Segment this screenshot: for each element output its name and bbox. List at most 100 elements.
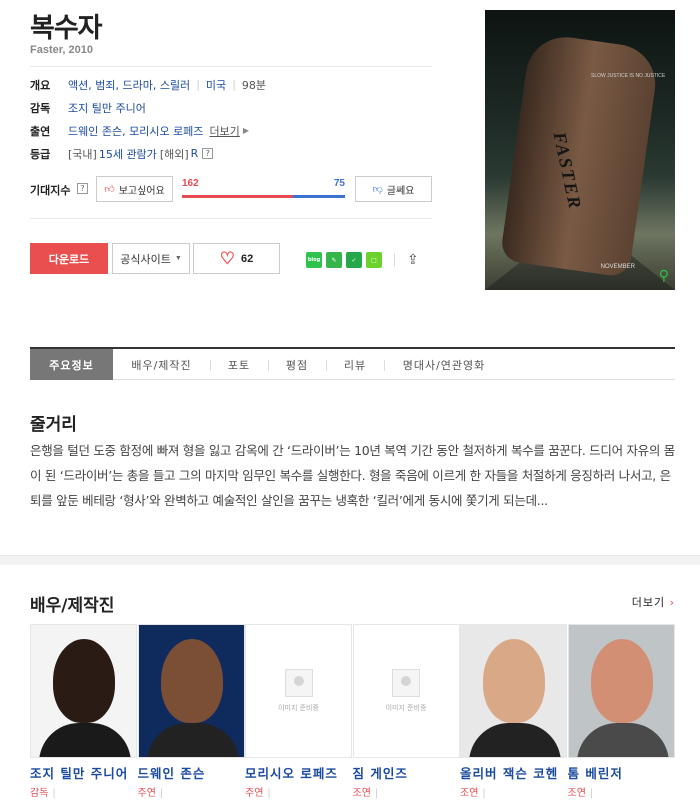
movie-subtitle: Faster, 2010 — [30, 44, 93, 56]
cast-photo-face — [483, 639, 545, 723]
cast-role: 감독 | — [30, 788, 56, 799]
blog-share-icon[interactable]: blog — [306, 252, 322, 268]
cast-photo-face — [160, 639, 223, 723]
tab-rating[interactable]: 평점 — [268, 349, 326, 380]
tab-quotes-related[interactable]: 명대사/연관영화 — [384, 349, 504, 380]
cast-name[interactable]: 올리버 잭슨 코헨 — [460, 763, 568, 782]
cast-photo-body — [576, 723, 669, 757]
cast-more-link[interactable]: 더보기 — [209, 123, 239, 139]
zoom-icon[interactable]: ⚲ — [659, 268, 669, 284]
not-sure-button[interactable]: 👎︎ 글쎄요 — [355, 176, 432, 202]
expectation-index: 기대지수 ? 👍︎ 보고싶어요 162 75 👎︎ 글쎄요 — [30, 176, 440, 202]
share-icon[interactable]: ⇪ — [407, 252, 419, 268]
cast-member[interactable]: 톰 베린저조연 | — [567, 624, 676, 799]
rating-kr-prefix: [국내] — [68, 147, 97, 161]
movie-info: 개요 액션, 범죄, 드라마, 스릴러 | 미국 | 98분 감독 조지 틸만 … — [30, 73, 440, 165]
official-site-label: 공식사이트 — [120, 253, 171, 266]
divider — [30, 66, 432, 67]
cast-more-link[interactable]: 더보기 › — [632, 594, 675, 610]
rating-intl-prefix: [해외] — [159, 147, 189, 161]
thumbs-down-icon: 👎︎ — [372, 184, 383, 195]
want-count: 162 — [182, 178, 199, 189]
cast-link[interactable]: 드웨인 존슨, 모리시오 로페즈 — [68, 123, 203, 139]
genre-link[interactable]: 액션, 범죄, 드라마, 스릴러 — [68, 77, 190, 93]
band-share-icon[interactable]: ✎ — [326, 252, 342, 268]
cast-photo-body — [469, 723, 561, 757]
expectation-label: 기대지수 — [30, 184, 71, 197]
page-title: 복수자 — [30, 13, 103, 44]
expectation-bar-fill — [182, 195, 294, 198]
cast-name[interactable]: 짐 게인즈 — [353, 763, 461, 782]
placeholder-text: 이미지 준비중 — [278, 704, 319, 712]
cast-role: 조연 | — [567, 788, 594, 799]
cast-list: 조지 틸만 주니어 감독 | 드웨인 존슨 주연 | 이미지 준비중 모리시오 로페즈 주연 | 이… — [30, 624, 675, 799]
overview-row: 개요 액션, 범죄, 드라마, 스릴러 | 미국 | 98분 — [30, 77, 266, 93]
like-count: 62 — [241, 252, 254, 265]
plot-heading: 줄거리 — [30, 415, 77, 435]
bookmark-share-icon[interactable]: ✓ — [346, 252, 362, 268]
cast-photo-body — [39, 723, 131, 757]
rating-label: 등급 — [30, 147, 51, 161]
cast-name[interactable]: 조지 틸만 주니어 — [30, 763, 138, 782]
poster-month: NOVEMBER — [600, 264, 635, 270]
share-icons: blog ✎ ✓ □ ⇪ — [306, 252, 419, 268]
tab-main-info[interactable]: 주요정보 — [30, 349, 113, 380]
meh-count: 75 — [333, 178, 345, 189]
cast-name[interactable]: 톰 베린저 — [568, 763, 676, 782]
cast-photo-body — [146, 723, 239, 757]
cast-member[interactable]: 조지 틸만 주니어감독 | — [30, 624, 138, 799]
tab-photo[interactable]: 포토 — [210, 349, 268, 380]
cast-photo[interactable] — [567, 624, 675, 758]
memo-share-icon[interactable]: □ — [366, 252, 382, 268]
divider — [30, 218, 432, 219]
caret-down-icon: ▼ — [174, 255, 182, 262]
overview-label: 개요 — [30, 78, 51, 92]
cast-photo[interactable] — [460, 624, 567, 758]
download-button[interactable]: 다운로드 — [30, 243, 108, 274]
poster-tagline: SLOW JUSTICE IS NO JUSTICE — [591, 73, 666, 79]
section-tabs: 주요정보 배우/제작진 포토 평점 리뷰 명대사/연관영화 — [30, 347, 675, 380]
cast-role: 주연 | — [137, 788, 164, 799]
chevron-right-icon: ▶ — [242, 126, 249, 135]
image-placeholder-icon — [392, 669, 420, 697]
like-button[interactable]: ♡ 62 — [193, 243, 280, 274]
cast-name[interactable]: 드웨인 존슨 — [138, 763, 246, 782]
tab-review[interactable]: 리뷰 — [326, 349, 384, 380]
director-label: 감독 — [30, 101, 51, 115]
image-placeholder-icon — [284, 669, 313, 697]
cast-photo-placeholder[interactable]: 이미지 준비중 — [245, 624, 352, 758]
movie-poster[interactable]: FASTER SLOW JUSTICE IS NO JUSTICE NOVEMB… — [485, 10, 675, 290]
country-link[interactable]: 미국 — [206, 77, 226, 93]
director-link[interactable]: 조지 틸만 주니어 — [68, 100, 146, 116]
official-site-button[interactable]: 공식사이트 ▼ — [112, 243, 190, 274]
cast-photo-face — [590, 639, 653, 723]
runtime: 98분 — [241, 78, 266, 92]
tab-cast-crew[interactable]: 배우/제작진 — [113, 349, 210, 380]
cast-member[interactable]: 드웨인 존슨주연 | — [137, 624, 246, 799]
cast-heading: 배우/제작진 — [30, 596, 115, 616]
heart-icon: ♡ — [219, 249, 235, 268]
section-separator — [0, 555, 700, 565]
rating-kr-link[interactable]: 15세 관람가 — [99, 146, 157, 162]
cast-photo-placeholder[interactable]: 이미지 준비중 — [352, 624, 460, 758]
placeholder-text: 이미지 준비중 — [385, 704, 427, 712]
rating-help-icon[interactable]: ? — [202, 148, 214, 159]
cast-role: 주연 | — [245, 788, 271, 799]
cast-photo[interactable] — [137, 624, 245, 758]
cast-photo[interactable] — [30, 624, 137, 758]
cast-label: 출연 — [30, 124, 51, 138]
rating-intl-link[interactable]: R — [191, 147, 199, 160]
chevron-right-icon: › — [669, 596, 675, 609]
cast-member[interactable]: 이미지 준비중 짐 게인즈 조연 | — [352, 624, 461, 799]
director-row: 감독 조지 틸만 주니어 — [30, 96, 440, 119]
expectation-gauge: 162 75 — [182, 178, 345, 200]
cast-row: 출연 드웨인 존슨, 모리시오 로페즈 더보기 ▶ — [30, 119, 440, 142]
expectation-help-icon[interactable]: ? — [77, 183, 88, 194]
want-to-see-button[interactable]: 👍︎ 보고싶어요 — [96, 176, 173, 202]
cast-member[interactable]: 이미지 준비중모리시오 로페즈주연 | — [245, 624, 353, 799]
expectation-bar — [182, 195, 345, 198]
cast-member[interactable]: 올리버 잭슨 코헨 조연 | — [460, 624, 568, 799]
thumbs-up-icon: 👍︎ — [104, 184, 115, 195]
cast-name[interactable]: 모리시오 로페즈 — [245, 763, 353, 782]
rating-row: 등급 [국내] 15세 관람가 [해외] R ? — [30, 142, 440, 165]
